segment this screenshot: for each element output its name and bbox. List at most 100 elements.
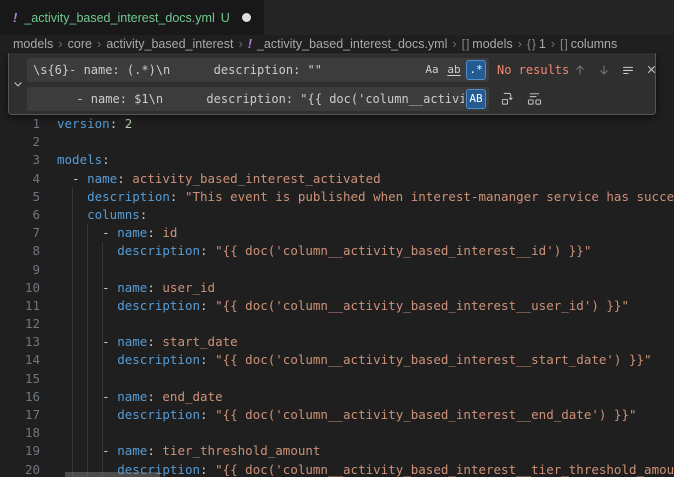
previous-match-button[interactable] [569,59,590,80]
replace-input-value: - name: $1\n description: "{{ doc('colum… [33,92,464,106]
line-number-gutter: 1234567891011121314151617181920 [0,115,40,477]
code-line[interactable]: - name: tier_threshold_amount [57,442,674,460]
breadcrumb-item[interactable]: [ ]models [462,37,513,51]
tab-bar: ! _activity_based_interest_docs.yml U [0,0,674,35]
breadcrumb-separator: › [452,36,456,51]
code-line[interactable]: description: "This event is published wh… [57,188,674,206]
yaml-file-icon: ! [13,10,17,25]
breadcrumb-item[interactable]: activity_based_interest [106,37,233,51]
breadcrumb-separator: › [238,36,242,51]
tab-activity-based-interest-docs[interactable]: ! _activity_based_interest_docs.yml U [0,0,264,35]
vscode-window: ! _activity_based_interest_docs.yml U mo… [0,0,674,477]
code-line[interactable]: description: "{{ doc('column__activity_b… [57,351,674,369]
next-match-button[interactable] [593,59,614,80]
code-line[interactable]: - name: end_date [57,388,674,406]
breadcrumb-item[interactable]: { }1 [527,37,546,51]
line-number[interactable]: 4 [0,170,40,188]
breadcrumb-separator: › [518,36,522,51]
whole-word-button[interactable]: ab [444,60,464,80]
breadcrumb: models › core › activity_based_interest ›! _ac… [0,35,674,52]
breadcrumb-label: core [68,37,92,51]
replace-row: - name: $1\n description: "{{ doc('colum… [27,86,649,111]
symbol-icon: { } [527,39,535,51]
code-line[interactable]: version: 2 [57,115,674,133]
line-number[interactable]: 18 [0,424,40,442]
code-line[interactable]: - name: id [57,224,674,242]
line-number[interactable]: 6 [0,206,40,224]
line-number[interactable]: 7 [0,224,40,242]
replace-input[interactable]: - name: $1\n description: "{{ doc('colum… [27,87,489,111]
line-number[interactable]: 11 [0,297,40,315]
code-line[interactable]: description: "{{ doc('column__activity_b… [57,242,674,260]
line-number[interactable]: 10 [0,279,40,297]
breadcrumb-label: models [472,37,512,51]
find-input[interactable]: \s{6}- name: (.*)\n description: "" Aa a… [27,58,489,82]
code-line[interactable]: - name: user_id [57,279,674,297]
code-line[interactable]: columns: [57,206,674,224]
symbol-icon: [ ] [560,39,567,51]
yaml-file-icon: ! [248,37,252,51]
breadcrumb-label: models [13,37,53,51]
line-number[interactable]: 5 [0,188,40,206]
chevron-down-icon [12,78,24,90]
line-number[interactable]: 1 [0,115,40,133]
breadcrumb-item[interactable]: core [68,37,92,51]
arrow-up-icon [573,63,587,77]
line-number[interactable]: 3 [0,151,40,169]
line-number[interactable]: 16 [0,388,40,406]
breadcrumb-separator: › [551,36,555,51]
code-line[interactable] [57,261,674,279]
code-line[interactable] [57,315,674,333]
toggle-replace-button[interactable] [9,53,27,114]
find-in-selection-button[interactable] [617,59,638,80]
replace-action-buttons [497,88,545,109]
find-nav-buttons [569,59,662,80]
tab-label: _activity_based_interest_docs.yml [24,11,214,25]
modified-indicator-dot[interactable] [242,13,251,22]
line-number[interactable]: 15 [0,370,40,388]
line-number[interactable]: 13 [0,333,40,351]
find-input-value: \s{6}- name: (.*)\n description: "" [33,63,420,77]
code-line[interactable] [57,424,674,442]
breadcrumb-label: _activity_based_interest_docs.yml [257,37,447,51]
find-replace-widget: \s{6}- name: (.*)\n description: "" Aa a… [8,53,656,115]
find-in-selection-icon [621,63,635,77]
replace-button[interactable] [497,88,518,109]
breadcrumb-separator: › [97,36,101,51]
arrow-down-icon [597,63,611,77]
find-status-text: No results [497,63,569,77]
git-untracked-badge: U [221,11,230,25]
replace-icon [500,91,515,106]
close-button[interactable] [641,59,662,80]
line-number[interactable]: 2 [0,133,40,151]
line-number[interactable]: 8 [0,242,40,260]
match-case-button[interactable]: Aa [422,60,442,80]
code-line[interactable]: - name: start_date [57,333,674,351]
horizontal-scrollbar-thumb[interactable] [65,472,160,477]
replace-all-button[interactable] [524,88,545,109]
code-line[interactable] [57,370,674,388]
breadcrumb-item[interactable]: [ ] columns [560,37,617,51]
line-number[interactable]: 20 [0,461,40,477]
regex-button[interactable]: .* [466,60,486,80]
preserve-case-button[interactable]: AB [466,89,486,109]
code-line[interactable]: description: "{{ doc('column__activity_b… [57,406,674,424]
code-area[interactable]: version: 2 models: - name: activity_based… [57,115,674,477]
code-line[interactable]: - name: activity_based_interest_activate… [57,170,674,188]
breadcrumb-item[interactable]: ! _activity_based_interest_docs.yml [248,37,448,51]
code-line[interactable] [57,133,674,151]
symbol-icon: [ ] [462,39,469,51]
breadcrumb-item[interactable]: models [13,37,53,51]
breadcrumb-label: columns [571,37,618,51]
breadcrumb-label: activity_based_interest [106,37,233,51]
line-number[interactable]: 9 [0,261,40,279]
close-icon [645,63,658,76]
code-line[interactable]: models: [57,151,674,169]
replace-all-icon [527,91,542,106]
code-line[interactable]: description: "{{ doc('column__activity_b… [57,297,674,315]
line-number[interactable]: 14 [0,351,40,369]
code-editor[interactable]: 1234567891011121314151617181920 version:… [0,52,674,477]
line-number[interactable]: 17 [0,406,40,424]
line-number[interactable]: 19 [0,442,40,460]
line-number[interactable]: 12 [0,315,40,333]
